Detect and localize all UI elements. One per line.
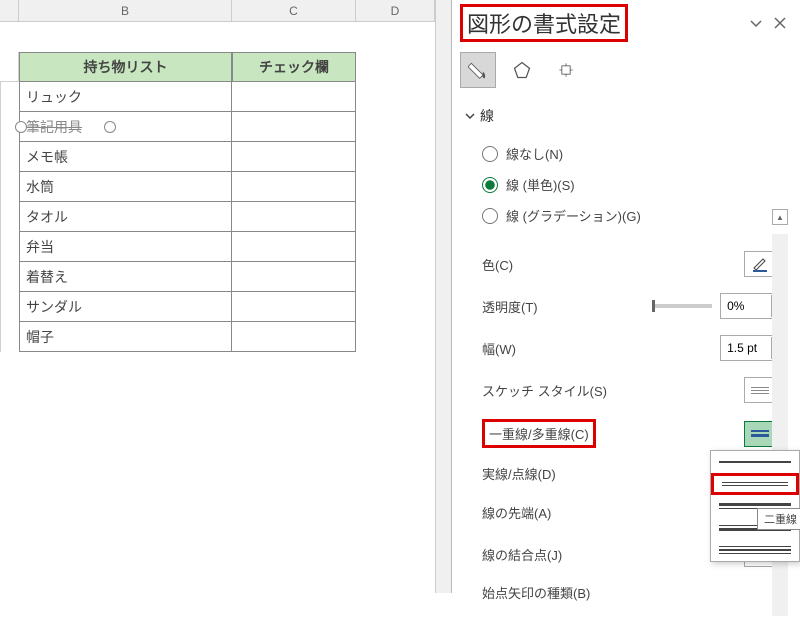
format-tabs <box>452 46 800 94</box>
list-item[interactable]: タオル <box>19 202 232 232</box>
pane-title: 図形の書式設定 <box>460 4 628 42</box>
compound-line-menu <box>710 450 800 562</box>
section-label: 線 <box>480 106 494 126</box>
col-hdr-b[interactable]: B <box>19 0 232 22</box>
header-check[interactable]: チェック欄 <box>232 52 356 82</box>
tab-fill-line[interactable] <box>460 52 496 88</box>
list-item[interactable]: 帽子 <box>19 322 232 352</box>
table-row[interactable]: メモ帳 <box>0 142 435 172</box>
sheet-grid[interactable]: 持ち物リスト チェック欄 リュック 筆記用具 メモ帳 水筒 タオル 弁当 着替え… <box>0 22 435 352</box>
list-item[interactable]: 弁当 <box>19 232 232 262</box>
line-option-triple[interactable] <box>711 539 799 561</box>
list-item-selected[interactable]: 筆記用具 <box>19 112 232 142</box>
list-item[interactable]: 水筒 <box>19 172 232 202</box>
table-row[interactable]: 弁当 <box>0 232 435 262</box>
label-color: 色(C) <box>482 255 736 274</box>
scroll-up-button[interactable]: ▲ <box>772 209 788 225</box>
col-hdr-c[interactable]: C <box>232 0 356 22</box>
header-items[interactable]: 持ち物リスト <box>19 52 232 82</box>
collapse-button[interactable] <box>744 11 768 35</box>
close-button[interactable] <box>768 11 792 35</box>
wavy-line-icon <box>751 385 769 396</box>
transparency-slider[interactable] <box>652 304 712 308</box>
radio-solid-line[interactable]: 線 (単色)(S) <box>482 169 788 200</box>
sheet-scrollbar[interactable] <box>435 0 451 593</box>
list-item[interactable]: メモ帳 <box>19 142 232 172</box>
table-row[interactable]: 筆記用具 <box>0 112 435 142</box>
list-item[interactable]: 着替え <box>19 262 232 292</box>
label-compound: 一重線/多重線(C) <box>482 419 736 448</box>
line-option-double[interactable] <box>711 473 799 495</box>
tooltip: 二重線 <box>757 508 800 530</box>
line-option-single[interactable] <box>711 451 799 473</box>
table-row[interactable]: サンダル <box>0 292 435 322</box>
table-row[interactable]: タオル <box>0 202 435 232</box>
compound-line-icon <box>751 430 769 437</box>
table-row[interactable]: リュック <box>0 82 435 112</box>
section-header-line[interactable]: 線 <box>464 102 788 130</box>
column-headers: B C D <box>0 0 435 22</box>
col-hdr-a[interactable] <box>0 0 19 22</box>
tab-effects[interactable] <box>504 52 540 88</box>
table-header-row: 持ち物リスト チェック欄 <box>0 52 435 82</box>
pen-icon <box>751 255 769 273</box>
radio-no-line[interactable]: 線なし(N) <box>482 138 788 169</box>
table-row[interactable]: 着替え <box>0 262 435 292</box>
spreadsheet-area: B C D 持ち物リスト チェック欄 リュック 筆記用具 メモ帳 水筒 タオル … <box>0 0 435 593</box>
radio-gradient-line[interactable]: 線 (グラデーション)(G) <box>482 200 788 231</box>
tab-size[interactable] <box>548 52 584 88</box>
label-cap: 線の先端(A) <box>482 503 736 522</box>
label-sketch: スケッチ スタイル(S) <box>482 381 736 400</box>
chevron-down-icon <box>464 110 476 122</box>
format-shape-pane: 図形の書式設定 ▲ 線 線なし(N) <box>451 0 800 593</box>
table-row[interactable]: 水筒 <box>0 172 435 202</box>
list-item[interactable]: リュック <box>19 82 232 112</box>
col-hdr-d[interactable]: D <box>356 0 435 22</box>
list-item[interactable]: サンダル <box>19 292 232 322</box>
label-transparency: 透明度(T) <box>482 297 644 316</box>
table-row[interactable]: 帽子 <box>0 322 435 352</box>
label-width: 幅(W) <box>482 339 712 358</box>
label-join: 線の結合点(J) <box>482 545 736 564</box>
